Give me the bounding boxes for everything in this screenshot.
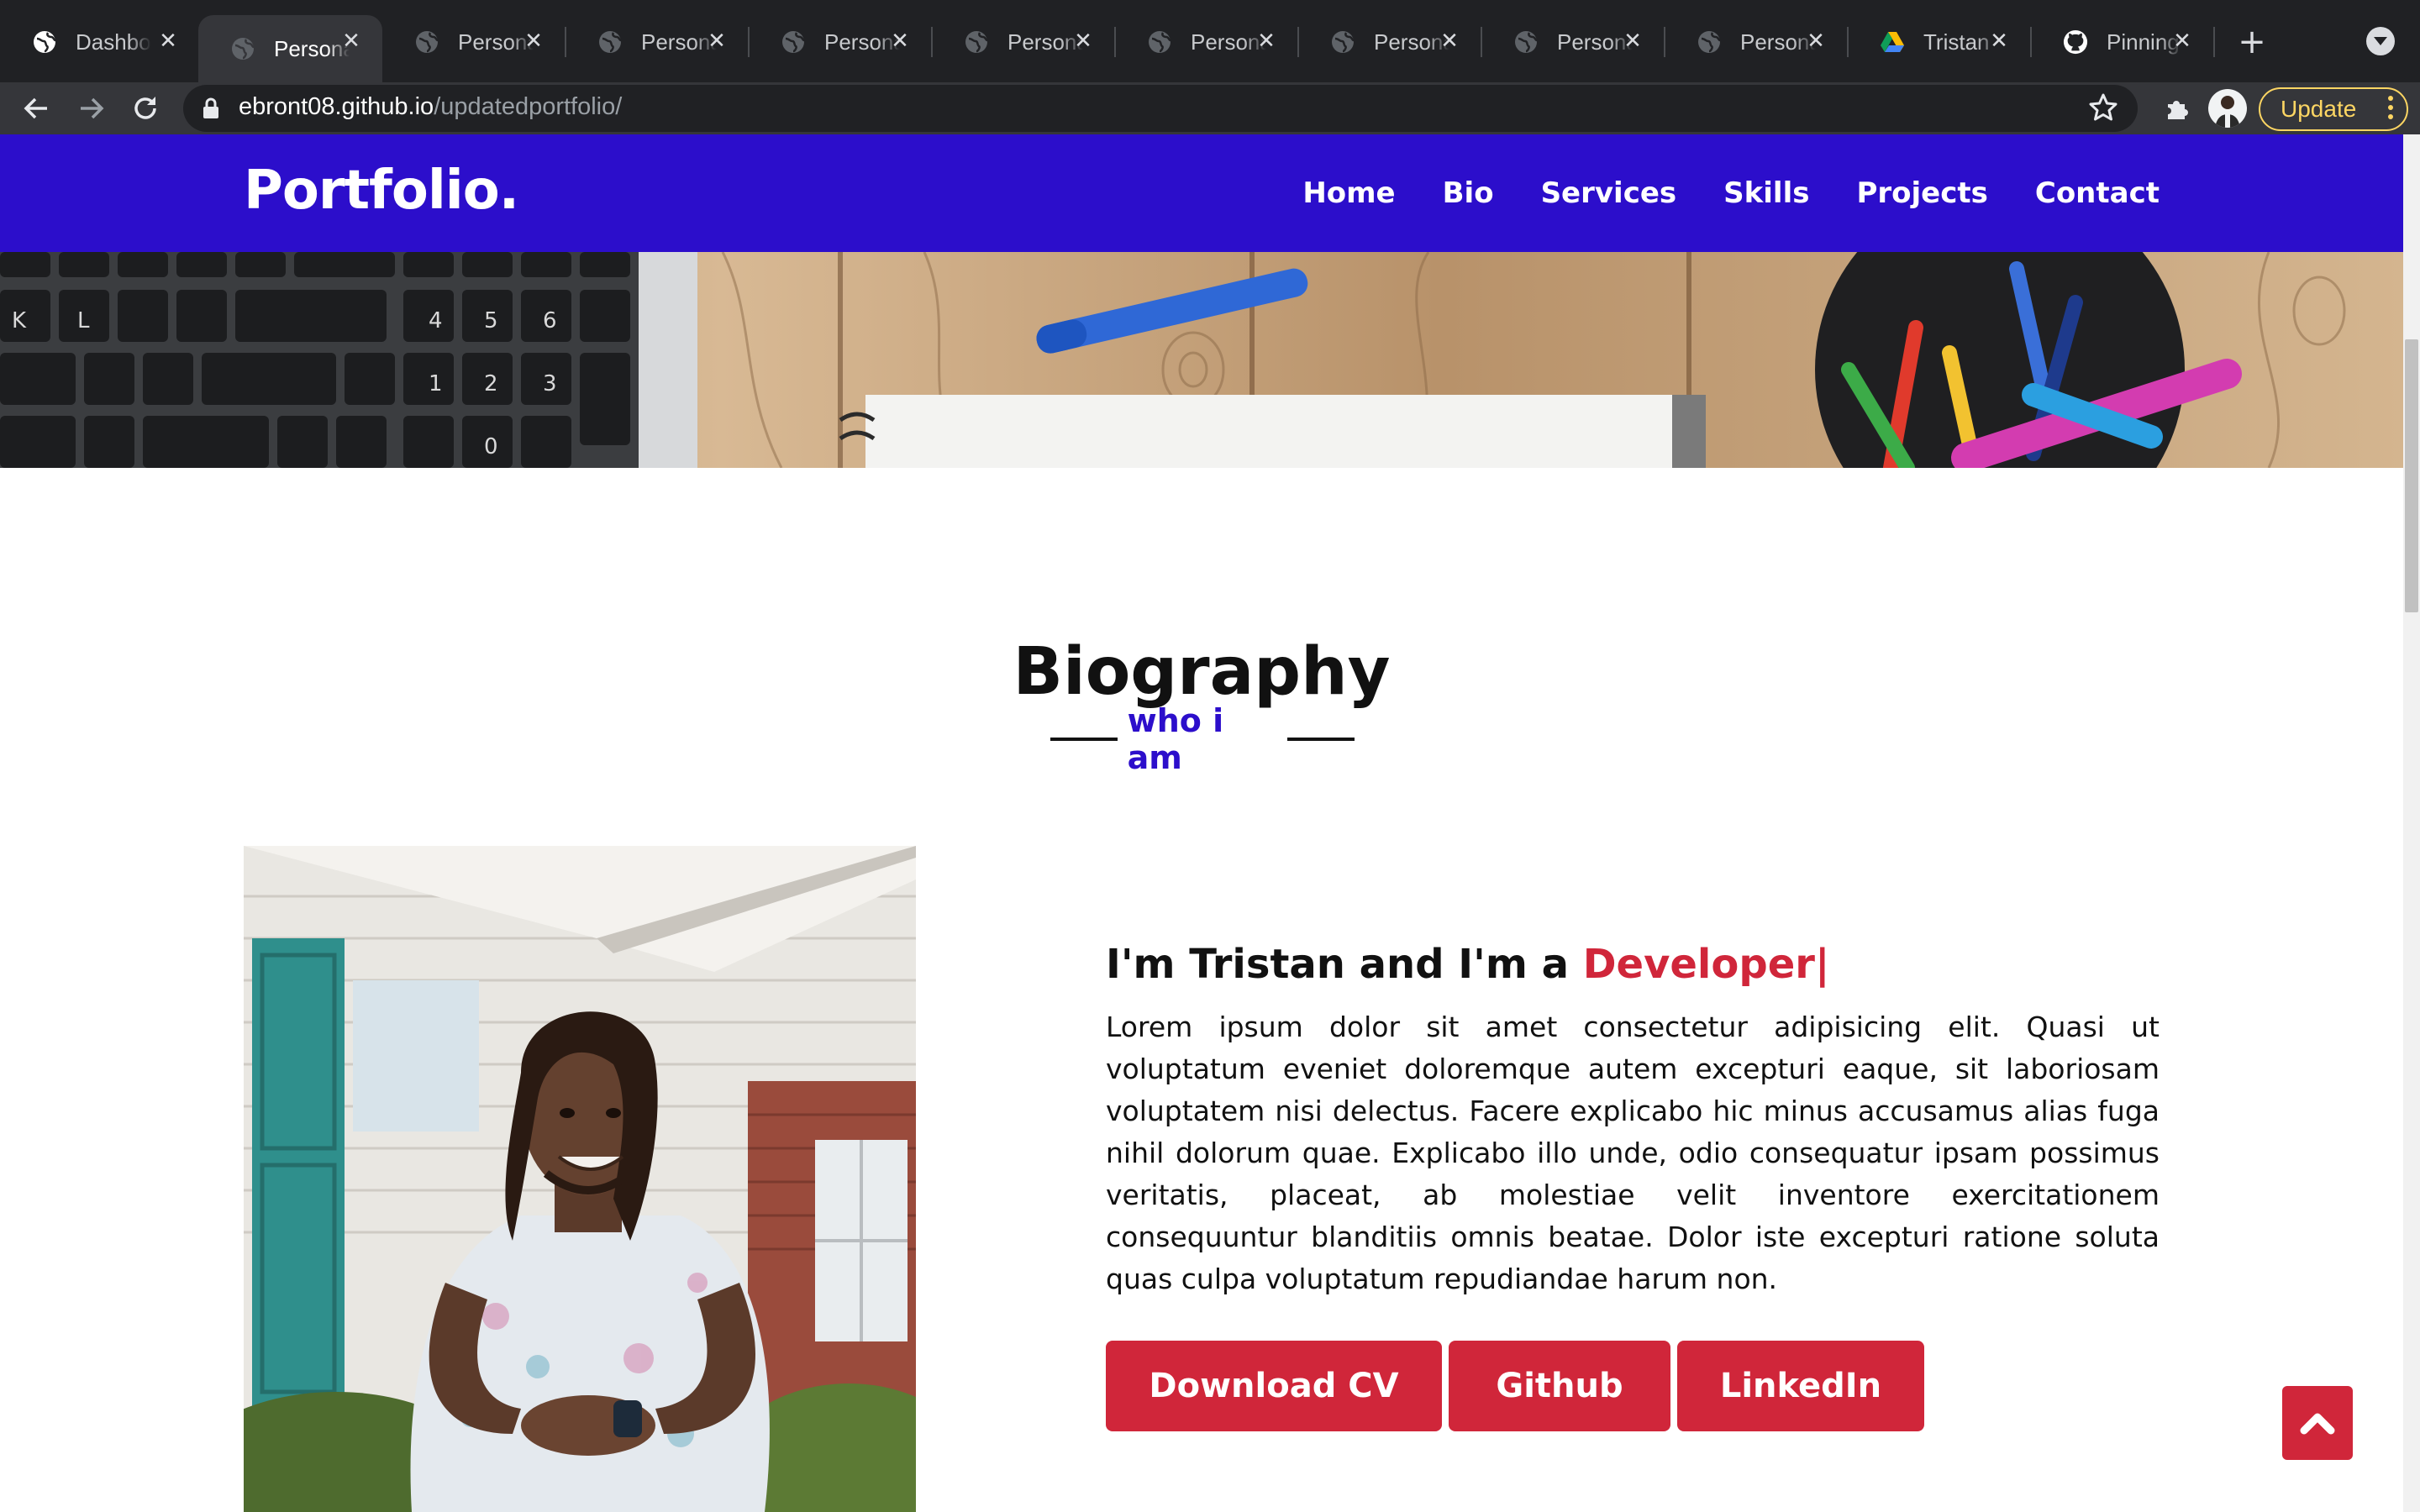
close-tab-icon[interactable]: ✕ <box>1803 29 1828 54</box>
tab-personal[interactable]: Personal ✕ <box>932 15 1114 69</box>
chevron-up-icon <box>2300 1413 2335 1435</box>
intro-headline-prefix: I'm Tristan and I'm a <box>1106 941 1583 988</box>
svg-text:0: 0 <box>484 434 498 459</box>
close-tab-icon[interactable]: ✕ <box>339 29 364 54</box>
site-logo[interactable]: Portfolio. <box>244 160 519 222</box>
profile-avatar[interactable] <box>2208 89 2247 128</box>
globe-icon <box>32 29 57 55</box>
address-bar[interactable]: ebront08.github.io/updatedportfolio/ <box>183 85 2138 132</box>
subtitle-divider-left <box>1050 738 1118 741</box>
section-subtitle: who i am <box>1050 702 1355 776</box>
globe-icon <box>781 29 806 55</box>
subtitle-text: who i am <box>1127 702 1224 776</box>
tab-dashboard[interactable]: Dashboard ✕ <box>0 15 199 69</box>
svg-text:3: 3 <box>543 371 557 396</box>
svg-text:4: 4 <box>429 308 443 333</box>
new-tab-button[interactable]: + <box>2232 22 2272 62</box>
scrollbar-thumb[interactable] <box>2405 339 2418 612</box>
svg-text:1: 1 <box>429 371 443 396</box>
nav-link-contact[interactable]: Contact <box>2035 176 2160 210</box>
back-arrow-icon <box>24 97 47 119</box>
tab-personal-active[interactable]: Personal ✕ <box>198 15 382 82</box>
tab-pinning-github[interactable]: Pinning ✕ <box>2031 15 2213 69</box>
forward-arrow-icon <box>81 97 104 119</box>
globe-icon <box>230 36 255 61</box>
globe-icon <box>1513 29 1539 55</box>
about-content: I'm Tristan and I'm a Developer| Lorem i… <box>1106 941 2160 1431</box>
back-button[interactable] <box>15 87 57 129</box>
lock-icon[interactable] <box>202 97 220 123</box>
nav-link-projects[interactable]: Projects <box>1856 176 1987 210</box>
bio-paragraph: Lorem ipsum dolor sit amet consectetur a… <box>1106 1011 2160 1295</box>
close-tab-icon[interactable]: ✕ <box>2170 29 2195 54</box>
url-path: /updatedportfolio/ <box>434 93 623 120</box>
url-host: ebront08.github.io <box>239 93 434 120</box>
update-button[interactable]: Update <box>2259 87 2408 131</box>
close-tab-icon[interactable]: ✕ <box>887 29 913 54</box>
nav-link-services[interactable]: Services <box>1541 176 1677 210</box>
site-navbar: Portfolio. Home Bio Services Skills Proj… <box>0 134 2403 252</box>
update-label: Update <box>2281 96 2357 122</box>
tab-personal[interactable]: Personal ✕ <box>1298 15 1481 69</box>
svg-text:5: 5 <box>484 308 498 333</box>
linkedin-button[interactable]: LinkedIn <box>1677 1341 1924 1431</box>
subtitle-divider-right <box>1287 738 1355 741</box>
globe-icon <box>964 29 989 55</box>
page-viewport: KL456 1230 Portfolio. Home Bio Services … <box>0 134 2420 1512</box>
svg-text:L: L <box>77 308 90 333</box>
nav-link-bio[interactable]: Bio <box>1443 176 1494 210</box>
browser-toolbar: ebront08.github.io/updatedportfolio/ Upd… <box>0 82 2420 134</box>
browser-tab-strip: Dashboard ✕ Personal ✕ Personal ✕ Person… <box>0 0 2420 82</box>
tab-personal[interactable]: Personal ✕ <box>566 15 748 69</box>
hero-banner-image: K L 4 5 6 1 2 3 0 <box>0 252 2403 468</box>
svg-text:6: 6 <box>543 308 557 333</box>
tab-personal[interactable]: Personal ✕ <box>1115 15 1297 69</box>
forward-button[interactable] <box>71 87 113 129</box>
url-text: ebront08.github.io/updatedportfolio/ <box>239 93 622 121</box>
download-cv-button[interactable]: Download CV <box>1106 1341 1442 1431</box>
page-scrollbar[interactable] <box>2403 134 2420 1512</box>
tab-personal[interactable]: Personal ✕ <box>1481 15 1664 69</box>
close-tab-icon[interactable]: ✕ <box>1254 29 1279 54</box>
globe-icon <box>1147 29 1172 55</box>
bookmark-star-icon[interactable] <box>2087 92 2119 127</box>
tab-personal[interactable]: Personal ✕ <box>749 15 931 69</box>
svg-text:2: 2 <box>484 371 498 396</box>
google-drive-icon <box>1880 29 1905 55</box>
bio-button-row: Download CV Github LinkedIn <box>1106 1341 2160 1431</box>
globe-icon <box>1697 29 1722 55</box>
tab-personal[interactable]: Personal ✕ <box>382 15 565 69</box>
github-button[interactable]: Github <box>1449 1341 1670 1431</box>
typed-role-text: Developer| <box>1582 941 1830 988</box>
close-tab-icon[interactable]: ✕ <box>1986 29 2012 54</box>
tab-search-button[interactable] <box>2366 27 2395 55</box>
close-tab-icon[interactable]: ✕ <box>1620 29 1645 54</box>
tab-separator <box>2213 27 2215 57</box>
section-title: Biography <box>1013 634 1391 710</box>
reload-button[interactable] <box>124 87 166 129</box>
svg-text:K: K <box>12 308 27 333</box>
more-vert-icon <box>2388 96 2393 119</box>
intro-headline: I'm Tristan and I'm a Developer| <box>1106 941 2160 988</box>
nav-link-skills[interactable]: Skills <box>1723 176 1809 210</box>
close-tab-icon[interactable]: ✕ <box>155 29 181 54</box>
close-tab-icon[interactable]: ✕ <box>521 29 546 54</box>
globe-icon <box>414 29 439 55</box>
tab-tristan-drive[interactable]: Tristan ✕ <box>1848 15 2030 69</box>
globe-icon <box>1330 29 1355 55</box>
globe-icon <box>597 29 623 55</box>
nav-link-home[interactable]: Home <box>1302 176 1395 210</box>
profile-photo <box>244 846 916 1512</box>
extensions-puzzle-icon[interactable] <box>2156 87 2198 129</box>
site-nav-menu: Home Bio Services Skills Projects Contac… <box>1302 176 2160 210</box>
scroll-to-top-button[interactable] <box>2282 1386 2353 1460</box>
tab-label: Dashboard <box>76 29 151 55</box>
close-tab-icon[interactable]: ✕ <box>1071 29 1096 54</box>
tab-personal[interactable]: Personal ✕ <box>1665 15 1847 69</box>
close-tab-icon[interactable]: ✕ <box>1437 29 1462 54</box>
close-tab-icon[interactable]: ✕ <box>704 29 729 54</box>
github-icon <box>2063 29 2088 55</box>
reload-icon <box>134 97 156 119</box>
